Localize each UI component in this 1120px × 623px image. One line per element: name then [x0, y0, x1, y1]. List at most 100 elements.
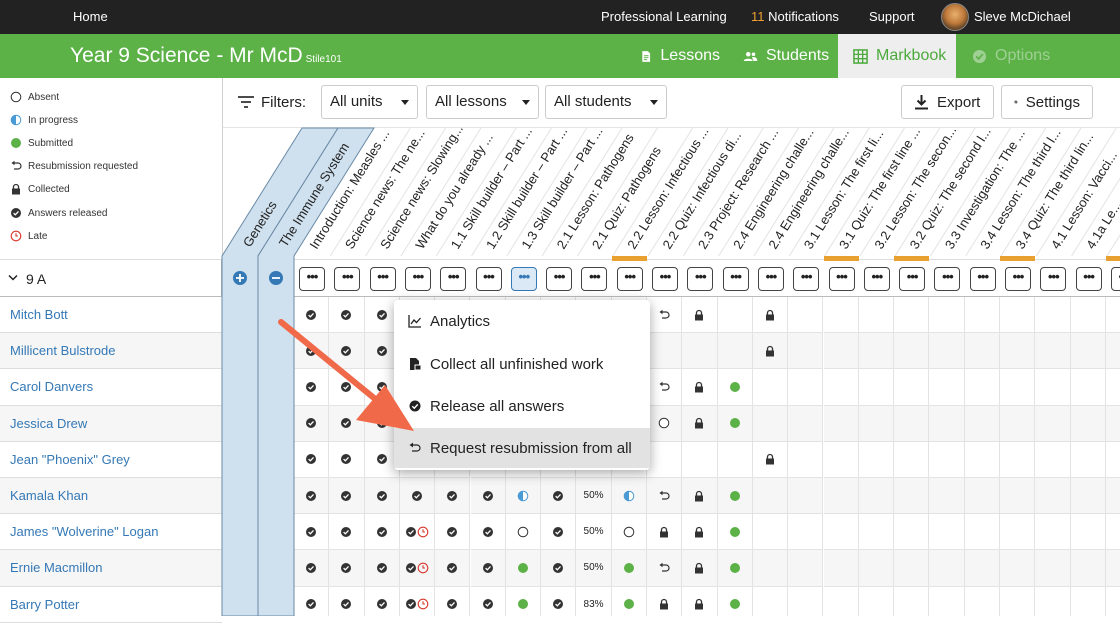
column-actions-button[interactable]: ••• — [793, 267, 820, 291]
notifications-link[interactable]: 11 Notifications — [751, 9, 839, 24]
column-actions-button[interactable]: ••• — [1110, 267, 1120, 291]
grade-cell[interactable] — [752, 478, 789, 515]
grade-cell[interactable] — [964, 405, 1000, 442]
grade-cell[interactable] — [505, 550, 542, 587]
grade-cell[interactable] — [1105, 333, 1120, 370]
grade-cell[interactable] — [752, 441, 789, 478]
grade-cell[interactable] — [964, 441, 1000, 478]
grade-cell[interactable] — [929, 333, 965, 370]
grade-cell[interactable] — [1035, 405, 1071, 442]
grade-cell[interactable] — [1071, 586, 1106, 616]
grade-cell[interactable] — [788, 478, 824, 515]
column-actions-button[interactable]: ••• — [969, 267, 996, 291]
grade-cell[interactable] — [929, 514, 965, 551]
grade-cell[interactable] — [647, 297, 683, 334]
grade-cell[interactable] — [717, 478, 753, 515]
grade-cell[interactable] — [788, 405, 824, 442]
grade-cell[interactable] — [435, 586, 471, 616]
tab-markbook[interactable]: Markbook — [838, 34, 956, 78]
grade-cell[interactable] — [399, 514, 436, 551]
grade-cell[interactable] — [294, 333, 330, 370]
column-actions-button[interactable]: ••• — [1040, 267, 1067, 291]
student-name[interactable]: Mitch Bott — [0, 297, 222, 334]
grade-cell[interactable] — [964, 333, 1000, 370]
export-button[interactable]: Export — [901, 85, 994, 119]
group-header[interactable]: 9 A — [0, 260, 222, 297]
grade-cell[interactable] — [752, 550, 789, 587]
grade-cell[interactable] — [541, 550, 577, 587]
grade-cell[interactable] — [858, 369, 895, 406]
grade-cell[interactable] — [929, 297, 965, 334]
grade-cell[interactable] — [894, 297, 930, 334]
grade-cell[interactable]: 50% — [576, 478, 612, 515]
grade-cell[interactable] — [647, 514, 683, 551]
column-actions-button[interactable]: ••• — [510, 267, 537, 291]
grade-cell[interactable] — [682, 478, 718, 515]
grade-cell[interactable] — [1105, 442, 1120, 478]
grade-cell[interactable] — [647, 550, 683, 587]
grade-cell[interactable] — [471, 586, 506, 616]
grade-cell[interactable] — [823, 550, 859, 587]
grade-cell[interactable] — [682, 550, 718, 587]
grade-cell[interactable] — [1070, 333, 1106, 370]
professional-learning-link[interactable]: Professional Learning — [601, 9, 727, 24]
grade-cell[interactable] — [1105, 550, 1120, 587]
grade-cell[interactable] — [1000, 369, 1036, 406]
grade-cell[interactable] — [788, 369, 824, 406]
grade-cell[interactable] — [717, 333, 753, 370]
grade-cell[interactable] — [894, 550, 930, 587]
grade-cell[interactable] — [964, 369, 1000, 406]
grade-cell[interactable] — [470, 514, 506, 551]
student-name[interactable]: James "Wolverine" Logan — [0, 514, 222, 551]
grade-cell[interactable] — [364, 550, 400, 587]
grade-cell[interactable] — [294, 441, 330, 478]
grade-cell[interactable] — [1000, 297, 1036, 334]
grade-cell[interactable] — [329, 441, 365, 478]
grade-cell[interactable] — [364, 514, 400, 551]
avatar[interactable] — [941, 3, 969, 31]
user-name[interactable]: Sleve McDichael — [974, 9, 1071, 24]
column-actions-button[interactable]: ••• — [299, 267, 325, 291]
grade-cell[interactable] — [294, 586, 330, 616]
grade-cell[interactable] — [682, 514, 718, 551]
grade-cell[interactable] — [329, 369, 365, 406]
grade-cell[interactable] — [718, 586, 753, 616]
grade-cell[interactable] — [365, 586, 400, 616]
grade-cell[interactable] — [1000, 550, 1036, 587]
column-actions-button[interactable]: ••• — [616, 267, 643, 291]
tab-lessons[interactable]: Lessons — [640, 34, 720, 78]
grade-cell[interactable] — [717, 297, 753, 334]
grade-cell[interactable] — [329, 514, 365, 551]
grade-cell[interactable] — [788, 514, 824, 551]
grade-cell[interactable] — [647, 369, 683, 406]
column-actions-button[interactable]: ••• — [652, 267, 678, 291]
grade-cell[interactable] — [612, 586, 647, 616]
grade-cell[interactable] — [1070, 297, 1106, 334]
grade-cell[interactable] — [752, 514, 789, 551]
units-select[interactable]: All units — [321, 85, 418, 119]
grade-cell[interactable] — [752, 405, 789, 442]
grade-cell[interactable] — [823, 333, 859, 370]
grade-cell[interactable] — [823, 478, 859, 515]
grade-cell[interactable] — [858, 478, 895, 515]
grade-cell[interactable] — [647, 405, 683, 442]
grade-cell[interactable] — [1035, 514, 1071, 551]
grade-cell[interactable] — [1035, 369, 1071, 406]
grade-cell[interactable]: 83% — [576, 586, 612, 616]
grade-cell[interactable] — [505, 514, 542, 551]
grade-cell[interactable] — [682, 586, 718, 616]
column-actions-button[interactable]: ••• — [687, 267, 714, 291]
tab-options[interactable]: Options — [972, 34, 1072, 78]
grade-cell[interactable] — [399, 478, 436, 515]
tab-students[interactable]: Students — [743, 34, 833, 78]
grade-cell[interactable] — [435, 478, 471, 515]
grade-cell[interactable] — [400, 586, 436, 616]
grade-cell[interactable] — [1035, 550, 1071, 587]
grade-cell[interactable] — [858, 514, 895, 551]
grade-cell[interactable] — [1105, 478, 1120, 515]
grade-cell[interactable] — [294, 297, 330, 334]
grade-cell[interactable] — [541, 478, 577, 515]
grade-cell[interactable] — [752, 369, 789, 406]
grade-cell[interactable] — [823, 514, 859, 551]
grade-cell[interactable] — [435, 550, 471, 587]
